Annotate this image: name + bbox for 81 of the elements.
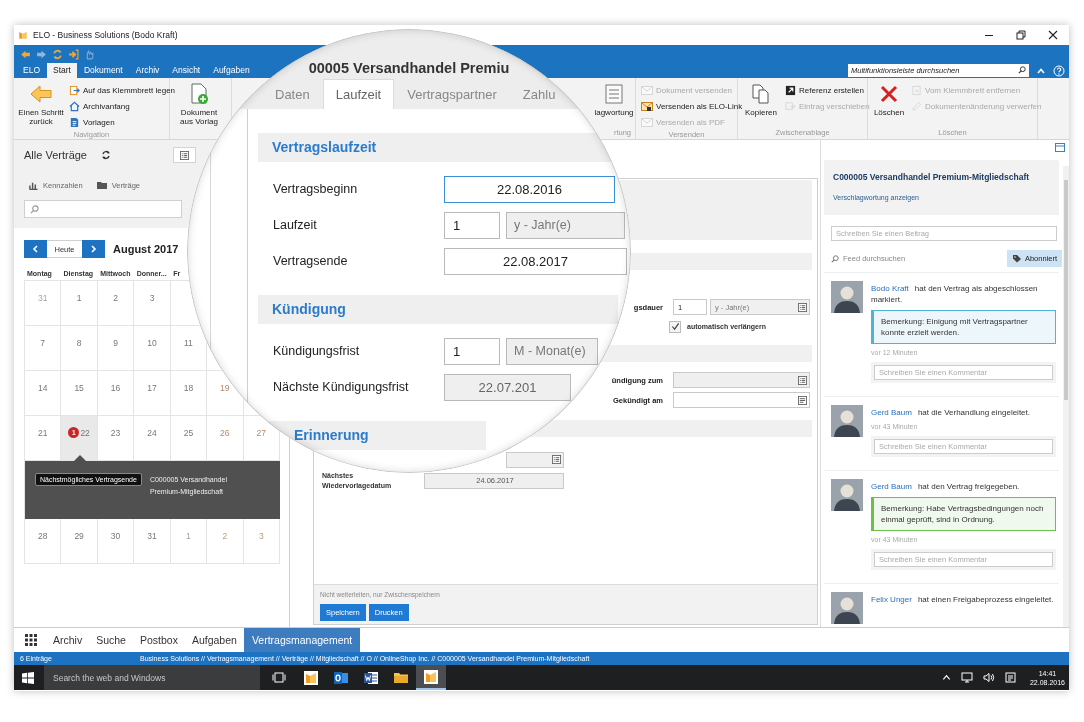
calendar-day[interactable]: 3 [149, 293, 155, 303]
field-label: Nächste Kündigungsfrist [273, 380, 410, 394]
field-label: Laufzeit [273, 218, 318, 232]
calendar-day[interactable]: 25 [183, 428, 194, 438]
calendar-day[interactable]: 30 [110, 531, 121, 541]
ribbon-button[interactable]: Versenden als ELO-Link [641, 99, 743, 113]
nav-tab[interactable]: Vertragsmanagement [243, 628, 361, 652]
remark-box: Bemerkung: Habe Vertragsbedingungen noch einmal geprüft, sind in Ordnung. [871, 497, 1056, 531]
calendar-day[interactable]: 2 [222, 531, 228, 541]
calendar-day[interactable]: 8 [76, 338, 82, 348]
calendar-day[interactable]: 26 [220, 428, 230, 438]
calendar-day[interactable]: 1 [76, 293, 82, 303]
calendar-day[interactable]: 18 [183, 383, 194, 393]
nav-tab[interactable]: Archiv [46, 628, 90, 652]
ribbon-tab[interactable]: Dokument [77, 63, 129, 78]
ribbon-tab[interactable]: ELO [17, 63, 46, 78]
card-title: C000005 Versandhandel Premium-Mitgliedschaft [833, 172, 1031, 182]
month-title: August 2017 [113, 243, 179, 255]
nav-tab[interactable]: Suche [89, 628, 133, 652]
date-field[interactable]: 22.08.2016 [444, 175, 615, 203]
author-link[interactable]: Gerd Baum [871, 408, 912, 417]
field-label: Kündigungsfrist [273, 344, 361, 358]
nav-tab[interactable]: Aufgaben [184, 628, 244, 652]
ribbon-tab[interactable]: Start [47, 63, 77, 78]
author-link[interactable]: Felix Unger [871, 595, 912, 604]
date-field[interactable]: 22.08.2017 [444, 247, 627, 275]
ribbon-button[interactable]: Dokument aus Vorlag [178, 81, 220, 127]
section-header: Kündigung [258, 295, 618, 324]
calendar-day[interactable]: 14 [37, 383, 48, 393]
panel-title: Alle Verträge [24, 149, 87, 161]
ribbon-button[interactable]: Einen Schritt zurück [16, 81, 66, 129]
ribbon-tab[interactable]: Aufgaben [207, 63, 256, 78]
activity-text: Bodo Kraft hat den Vertrag als abgeschlossen markiert. [871, 283, 1039, 305]
calendar-day[interactable]: 31 [147, 531, 157, 541]
field-label: Vertragsende [273, 254, 349, 268]
ribbon-tab[interactable]: Archiv [129, 63, 166, 78]
calendar-day[interactable]: 2 [113, 293, 118, 303]
ribbon-button[interactable]: lagwortung [593, 81, 635, 127]
author-link[interactable]: Bodo Kraft [871, 284, 909, 293]
unit-select[interactable]: y - Jahr(e) [506, 211, 625, 239]
ribbon-button[interactable]: Löschen [870, 81, 908, 127]
calendar-day[interactable]: 3 [258, 531, 264, 541]
number-field[interactable]: 1 [444, 337, 500, 365]
calendar-day[interactable]: 22 [80, 428, 90, 438]
window-title: ELO - Business Solutions (Bodo Kraft) [33, 30, 179, 40]
tab[interactable]: Daten [262, 79, 323, 109]
search-field[interactable]: Search the web and Windows [44, 665, 260, 690]
tab[interactable]: Laufzeit [322, 79, 395, 109]
number-field[interactable]: 1 [444, 211, 500, 239]
activity-text: Gerd Baum hat den Vertrag freigegeben. [871, 481, 1021, 492]
calendar-day[interactable]: 27 [256, 428, 266, 438]
calendar-day[interactable]: 1 [186, 531, 191, 541]
calendar-day[interactable]: 21 [37, 428, 48, 438]
calendar-day[interactable]: 10 [147, 338, 157, 348]
ribbon-button[interactable]: Referenz erstellen [785, 83, 870, 97]
calendar-day[interactable]: 19 [220, 383, 230, 393]
remark-box: Bemerkung: Einigung mit Vertragspartner konnte erzielt werden. [871, 310, 1056, 344]
calendar-day[interactable]: 24 [147, 428, 157, 438]
nav-tab[interactable]: Postbox [132, 628, 185, 652]
calendar-day[interactable]: 28 [37, 531, 48, 541]
activity-text: Gerd Baum hat die Verhandlung eingeleitet. [871, 407, 1031, 418]
tab[interactable]: Zahlu [509, 79, 569, 109]
author-link[interactable]: Gerd Baum [871, 482, 912, 491]
calendar-day[interactable]: 11 [184, 338, 193, 348]
calendar-day[interactable]: 31 [37, 293, 48, 303]
calendar-day[interactable]: 9 [113, 338, 118, 348]
activity-text: Felix Unger hat einen Freigabeprozess eingeleitet. [871, 594, 1055, 605]
calendar-day[interactable]: 17 [147, 383, 157, 393]
ribbon-tab[interactable]: Ansicht [166, 63, 207, 78]
calendar-day[interactable]: 7 [40, 338, 46, 348]
calendar-day[interactable]: 16 [110, 383, 121, 393]
document-title: 00005 Versandhandel Premiu [308, 59, 510, 77]
ribbon-button[interactable]: Vorlagen [69, 115, 176, 129]
field-label: Vertragsbeginn [273, 182, 359, 196]
tab[interactable]: Vertragspartner [394, 79, 510, 109]
unit-select[interactable]: M - Monat(e) [506, 337, 598, 365]
calendar-day[interactable]: 29 [74, 531, 84, 541]
calendar-day[interactable]: 23 [110, 428, 121, 438]
ribbon-button[interactable]: Archivanfang [69, 99, 176, 113]
calendar-day[interactable]: 15 [74, 383, 84, 393]
ribbon-button[interactable]: Auf das Klemmbrett legen [69, 83, 176, 97]
